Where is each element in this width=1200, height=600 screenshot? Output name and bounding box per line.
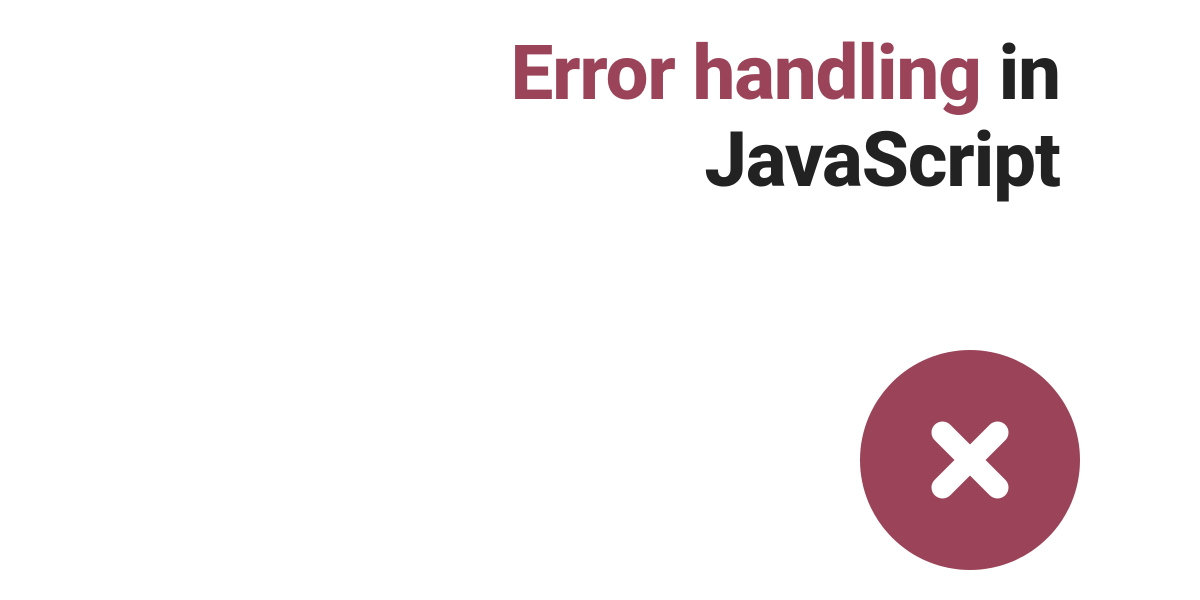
title-accent-text: Error handling — [511, 28, 981, 118]
title-line-1: Error handling in — [511, 30, 1060, 117]
page-title: Error handling in JavaScript — [511, 30, 1060, 205]
x-icon — [915, 405, 1025, 515]
title-line-2: JavaScript — [511, 117, 1060, 204]
error-x-circle-icon — [860, 350, 1080, 570]
title-dark-text-1: in — [981, 28, 1060, 118]
